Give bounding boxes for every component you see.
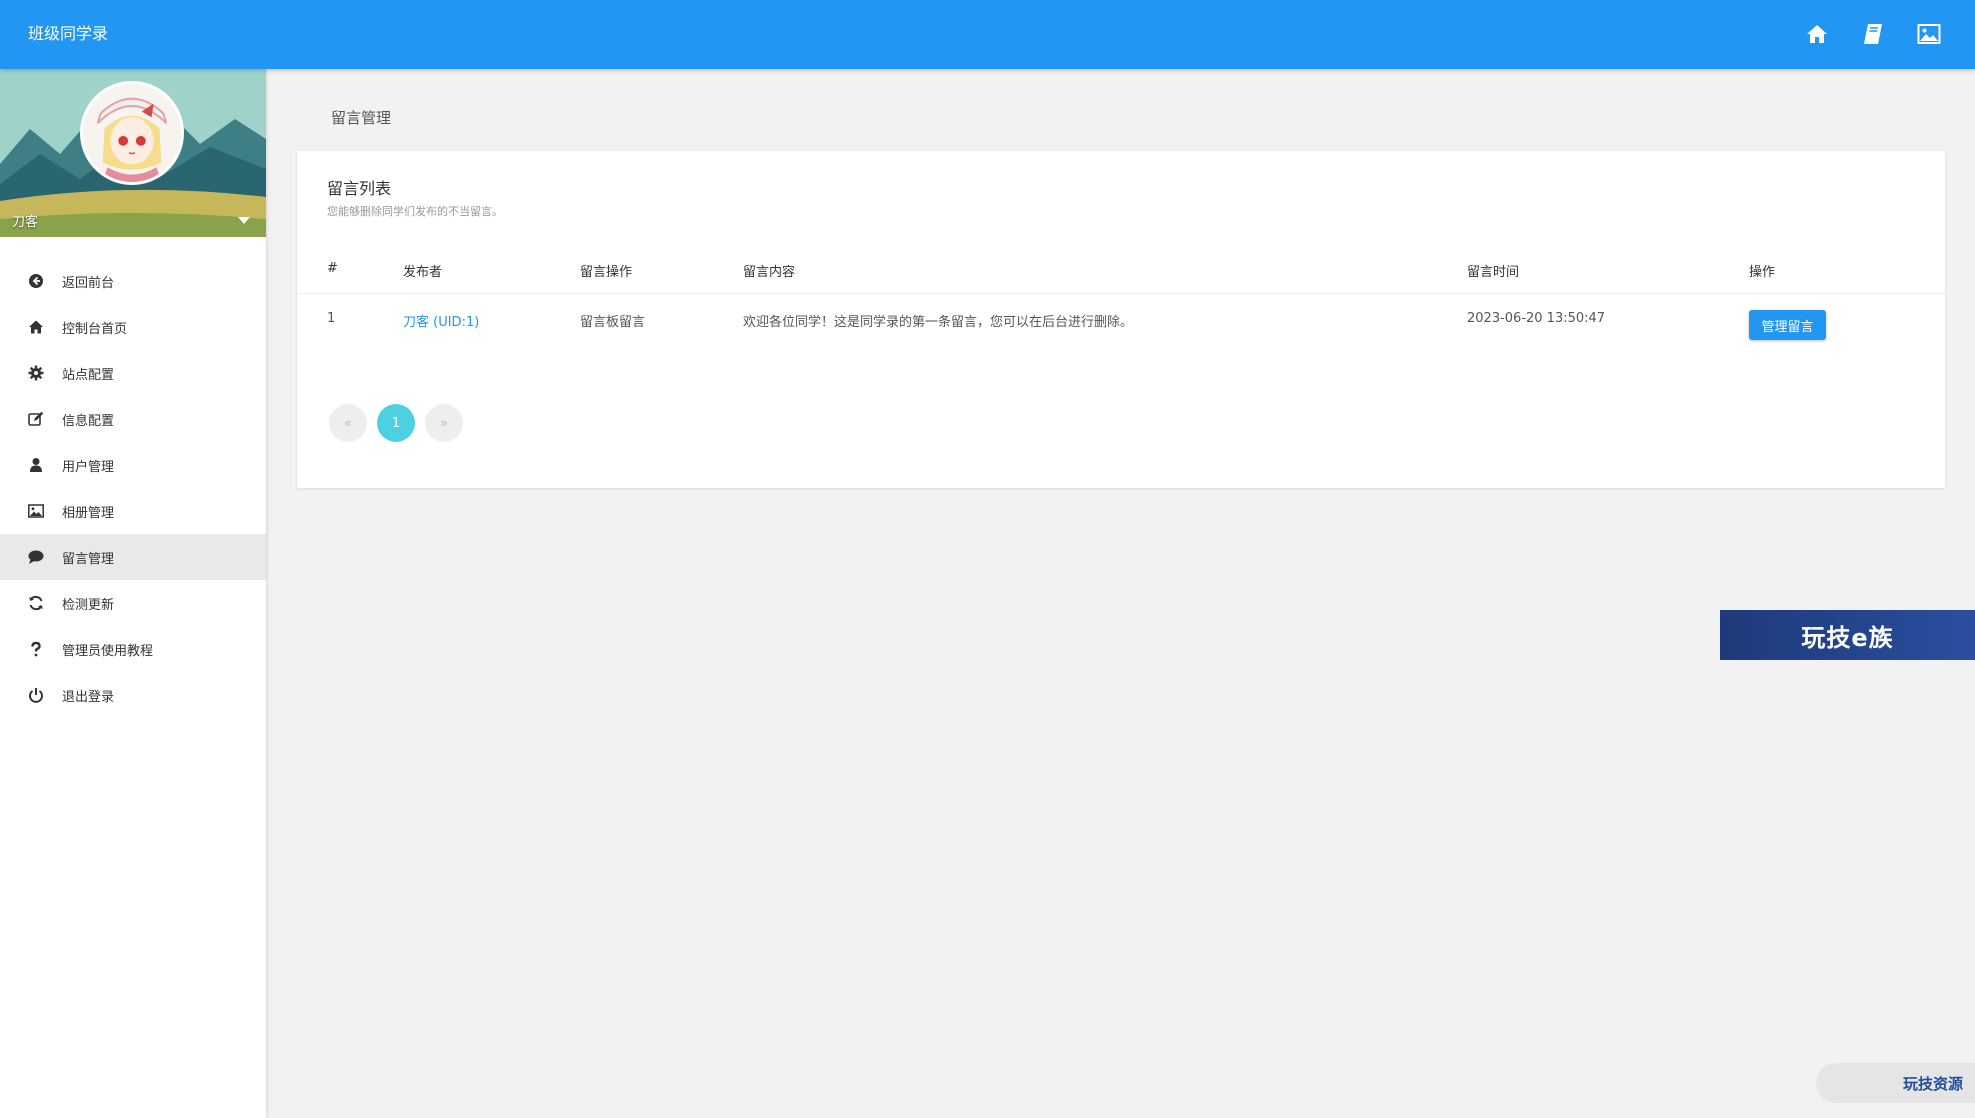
pagination-page-1[interactable]: 1 bbox=[377, 404, 415, 442]
pagination-next[interactable]: » bbox=[425, 404, 463, 442]
page-title: 留言管理 bbox=[331, 109, 392, 127]
image-icon[interactable] bbox=[1915, 20, 1943, 48]
column-header-action: 操作 bbox=[1749, 265, 1776, 280]
watermark-banner: 玩技e族 bbox=[1720, 610, 1975, 660]
sidebar: 刀客 返回前台 控制台首页 站点配置 信息配置 用户管理 相册管理 留言管理 检… bbox=[0, 69, 266, 1118]
sidebar-item-admin-tutorial[interactable]: 管理员使用教程 bbox=[0, 626, 266, 672]
app-title[interactable]: 班级同学录 bbox=[28, 22, 108, 46]
sidebar-item-label: 管理员使用教程 bbox=[62, 643, 154, 659]
column-header-time: 留言时间 bbox=[1467, 265, 1520, 280]
sidebar-item-label: 检测更新 bbox=[62, 597, 115, 613]
profile-dropdown-caret[interactable] bbox=[238, 217, 250, 224]
sidebar-item-label: 相册管理 bbox=[62, 505, 115, 521]
row-content: 欢迎各位同学！这是同学录的第一条留言，您可以在后台进行删除。 bbox=[743, 315, 1134, 330]
manage-message-button[interactable]: 管理留言 bbox=[1749, 310, 1826, 340]
sidebar-item-back-frontend[interactable]: 返回前台 bbox=[0, 258, 266, 304]
sidebar-menu: 返回前台 控制台首页 站点配置 信息配置 用户管理 相册管理 留言管理 检测更新… bbox=[0, 258, 266, 718]
book-icon[interactable] bbox=[1859, 20, 1887, 48]
sidebar-item-label: 控制台首页 bbox=[62, 321, 128, 337]
sidebar-item-check-update[interactable]: 检测更新 bbox=[0, 580, 266, 626]
gear-icon bbox=[26, 363, 46, 383]
comment-icon bbox=[26, 547, 46, 567]
column-header-type: 留言操作 bbox=[580, 265, 633, 280]
profile-name: 刀客 bbox=[12, 215, 39, 230]
sidebar-item-label: 用户管理 bbox=[62, 459, 115, 475]
sidebar-item-messages[interactable]: 留言管理 bbox=[0, 534, 266, 580]
pagination-prev[interactable]: « bbox=[329, 404, 367, 442]
sidebar-item-dashboard[interactable]: 控制台首页 bbox=[0, 304, 266, 350]
home-icon[interactable] bbox=[1803, 20, 1831, 48]
power-icon bbox=[26, 685, 46, 705]
user-icon bbox=[26, 455, 46, 475]
row-type: 留言板留言 bbox=[580, 315, 646, 330]
profile-header: 刀客 bbox=[0, 69, 266, 237]
sidebar-item-info-config[interactable]: 信息配置 bbox=[0, 396, 266, 442]
row-index: 1 bbox=[327, 311, 336, 326]
row-time: 2023-06-20 13:50:47 bbox=[1467, 311, 1606, 326]
arrow-circle-left-icon bbox=[26, 271, 46, 291]
sidebar-item-label: 退出登录 bbox=[62, 689, 115, 705]
top-bar: 班级同学录 bbox=[0, 0, 1975, 69]
card-subtitle: 您能够删除同学们发布的不当留言。 bbox=[327, 205, 503, 218]
edit-icon bbox=[26, 409, 46, 429]
pagination: « 1 » bbox=[329, 404, 463, 442]
sidebar-item-albums[interactable]: 相册管理 bbox=[0, 488, 266, 534]
home-icon bbox=[26, 317, 46, 337]
avatar[interactable] bbox=[80, 81, 184, 185]
top-icon-group bbox=[1803, 20, 1943, 48]
column-header-author: 发布者 bbox=[403, 265, 443, 280]
row-author-link[interactable]: 刀客 (UID:1) bbox=[403, 311, 479, 330]
image-icon bbox=[26, 501, 46, 521]
message-list-card: 留言列表 您能够删除同学们发布的不当留言。 # 发布者 留言操作 留言内容 留言… bbox=[297, 151, 1945, 488]
card-title: 留言列表 bbox=[327, 179, 392, 198]
sidebar-item-label: 站点配置 bbox=[62, 367, 115, 383]
refresh-icon bbox=[26, 593, 46, 613]
sidebar-item-site-config[interactable]: 站点配置 bbox=[0, 350, 266, 396]
sidebar-item-label: 留言管理 bbox=[62, 551, 115, 567]
table-header-divider bbox=[297, 293, 1945, 294]
sidebar-item-label: 信息配置 bbox=[62, 413, 115, 429]
watermark-pill: 玩技资源 bbox=[1816, 1063, 1975, 1103]
column-header-content: 留言内容 bbox=[743, 265, 796, 280]
sidebar-item-logout[interactable]: 退出登录 bbox=[0, 672, 266, 718]
question-icon bbox=[26, 639, 46, 659]
sidebar-item-label: 返回前台 bbox=[62, 275, 115, 291]
sidebar-item-users[interactable]: 用户管理 bbox=[0, 442, 266, 488]
column-header-index: # bbox=[327, 261, 338, 276]
